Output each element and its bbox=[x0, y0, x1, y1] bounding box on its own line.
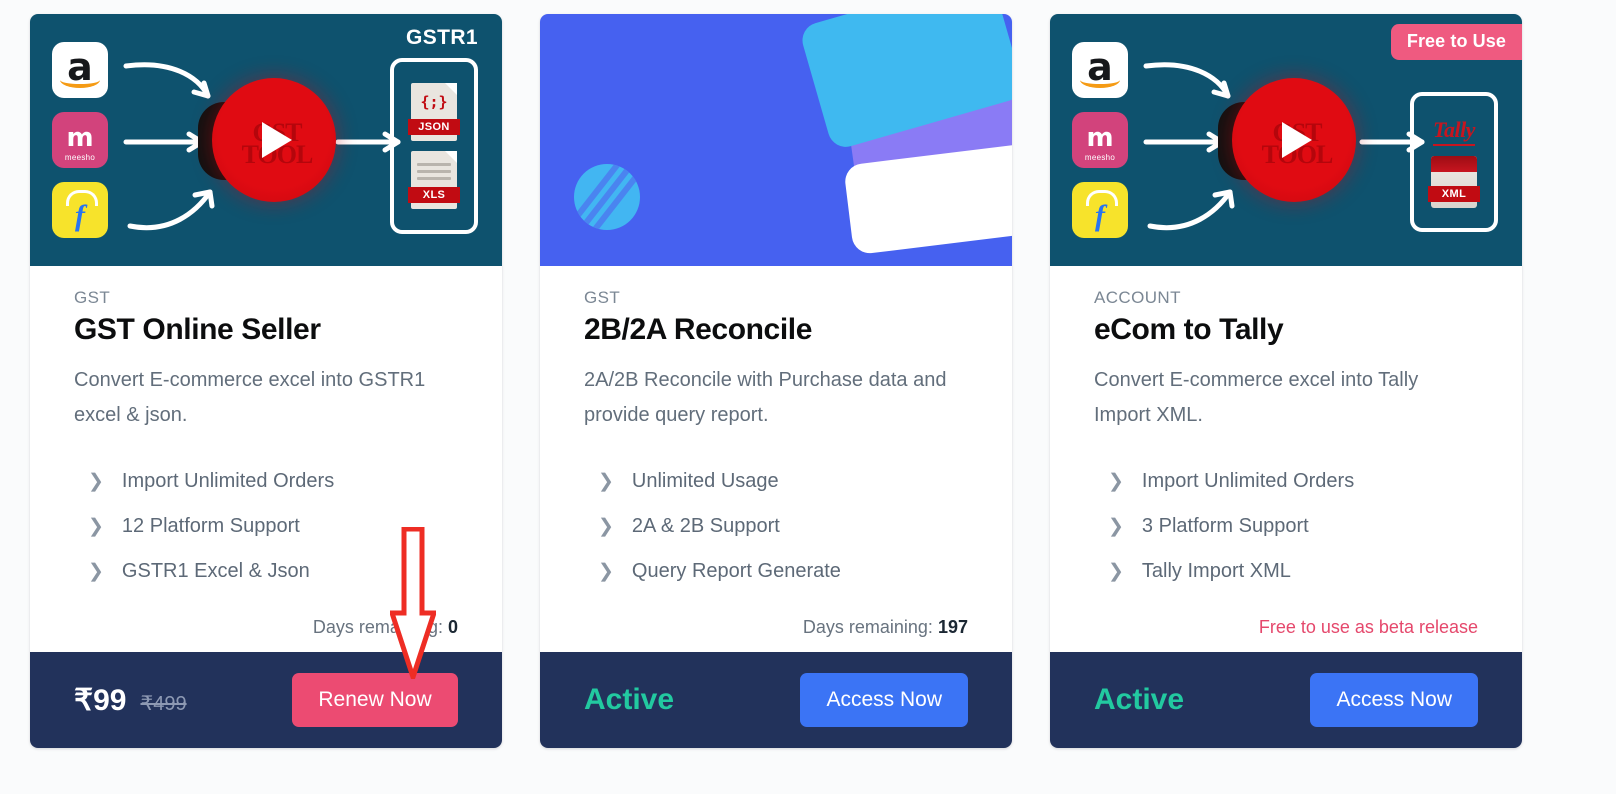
card-footer: Active Access Now bbox=[540, 652, 1012, 748]
card-description: Convert E-commerce excel into Tally Impo… bbox=[1094, 369, 1419, 426]
feature-label: Query Report Generate bbox=[631, 560, 841, 582]
card-footer: ₹99 ₹499 Renew Now bbox=[30, 652, 502, 748]
chevron-right-icon: ❯ bbox=[88, 516, 104, 537]
flipkart-icon: f bbox=[1072, 182, 1128, 238]
access-now-button[interactable]: Access Now bbox=[1310, 673, 1478, 727]
tally-brand-label: Tally bbox=[1433, 117, 1475, 146]
feature-label: 3 Platform Support bbox=[1141, 515, 1309, 537]
days-remaining-label: Days remaining: bbox=[312, 617, 443, 637]
feature-label: Tally Import XML bbox=[1141, 560, 1291, 582]
platform-logo-group: a m meesho f bbox=[52, 42, 108, 238]
card-title: GST Online Seller bbox=[74, 313, 321, 346]
xls-file-icon: XLS bbox=[408, 151, 460, 209]
card-category: GST bbox=[74, 288, 111, 307]
chevron-right-icon: ❯ bbox=[1108, 516, 1124, 537]
feature-label: Import Unlimited Orders bbox=[1141, 470, 1355, 492]
card-body: GST 2B/2A Reconcile 2A/2B Reconcile with… bbox=[540, 266, 1012, 652]
product-card-gst-online-seller[interactable]: a m meesho f GST TOOL GSTR1 {;} JSON XLS… bbox=[30, 14, 502, 748]
xls-file-label: XLS bbox=[408, 187, 460, 203]
days-remaining: Days remaining: 197 bbox=[584, 617, 968, 652]
days-remaining: Days remaining: 0 bbox=[74, 617, 458, 652]
product-card-deck: a m meesho f GST TOOL GSTR1 {;} JSON XLS… bbox=[0, 0, 1616, 794]
feature-list: ❯ Unlimited Usage ❯ 2A & 2B Support ❯ Qu… bbox=[584, 459, 968, 594]
xml-file-icon: XML bbox=[1428, 155, 1480, 208]
chevron-right-icon: ❯ bbox=[1108, 471, 1124, 492]
list-item: ❯ 3 Platform Support bbox=[1108, 504, 1478, 549]
chevron-right-icon: ❯ bbox=[88, 471, 104, 492]
days-remaining-value: 197 bbox=[937, 617, 968, 637]
list-item: ❯ 12 Platform Support bbox=[88, 504, 458, 549]
card-title: 2B/2A Reconcile bbox=[584, 313, 812, 346]
price-block: ₹99 ₹499 bbox=[74, 683, 187, 718]
meesho-icon: m meesho bbox=[1072, 112, 1128, 168]
output-files-box: {;} JSON XLS bbox=[390, 58, 478, 234]
card-category: GST bbox=[584, 288, 621, 307]
card-body: GST GST Online Seller Convert E-commerce… bbox=[30, 266, 502, 652]
list-item: ❯ Import Unlimited Orders bbox=[88, 459, 458, 504]
access-now-button[interactable]: Access Now bbox=[800, 673, 968, 727]
status-badge: Active bbox=[1094, 683, 1185, 716]
chevron-right-icon: ❯ bbox=[598, 471, 614, 492]
amazon-icon: a bbox=[52, 42, 108, 98]
json-file-label: JSON bbox=[408, 119, 460, 135]
price-current: ₹99 bbox=[74, 683, 127, 717]
list-item: ❯ Unlimited Usage bbox=[598, 459, 968, 504]
renew-now-button[interactable]: Renew Now bbox=[292, 673, 458, 727]
play-icon[interactable] bbox=[262, 122, 292, 158]
amazon-icon: a bbox=[1072, 42, 1128, 98]
feature-list: ❯ Import Unlimited Orders ❯ 3 Platform S… bbox=[1094, 459, 1478, 594]
feature-label: GSTR1 Excel & Json bbox=[121, 560, 310, 582]
flipkart-icon: f bbox=[52, 182, 108, 238]
product-card-2b-2a-reconcile[interactable]: GST 2B/2A Reconcile 2A/2B Reconcile with… bbox=[540, 14, 1012, 748]
xml-file-label: XML bbox=[1428, 185, 1480, 202]
days-remaining-value: 0 bbox=[447, 617, 458, 637]
platform-logo-group: a m meesho f bbox=[1072, 42, 1128, 238]
card-hero-image bbox=[540, 14, 1012, 266]
card-hero-image: a m meesho f GST TOOL GSTR1 {;} JSON XLS bbox=[30, 14, 502, 266]
feature-label: Unlimited Usage bbox=[631, 470, 779, 492]
card-description: Convert E-commerce excel into GSTR1 exce… bbox=[74, 369, 426, 426]
list-item: ❯ GSTR1 Excel & Json bbox=[88, 549, 458, 594]
feature-label: Import Unlimited Orders bbox=[121, 470, 335, 492]
card-body: ACCOUNT eCom to Tally Convert E-commerce… bbox=[1050, 266, 1522, 652]
list-item: ❯ Tally Import XML bbox=[1108, 549, 1478, 594]
days-remaining-label: Days remaining: bbox=[802, 617, 933, 637]
card-footer: Active Access Now bbox=[1050, 652, 1522, 748]
json-file-icon: {;} JSON bbox=[408, 83, 460, 141]
card-description: 2A/2B Reconcile with Purchase data and p… bbox=[584, 369, 947, 426]
chevron-right-icon: ❯ bbox=[598, 561, 614, 582]
list-item: ❯ Query Report Generate bbox=[598, 549, 968, 594]
feature-label: 12 Platform Support bbox=[121, 515, 300, 537]
output-files-box: Tally XML bbox=[1410, 92, 1498, 232]
list-item: ❯ 2A & 2B Support bbox=[598, 504, 968, 549]
card-title: eCom to Tally bbox=[1094, 313, 1284, 346]
beta-release-note: Free to use as beta release bbox=[1258, 617, 1478, 637]
list-item: ❯ Import Unlimited Orders bbox=[1108, 459, 1478, 504]
status-badge: Active bbox=[584, 683, 675, 716]
feature-list: ❯ Import Unlimited Orders ❯ 12 Platform … bbox=[74, 459, 458, 594]
price-original: ₹499 bbox=[140, 692, 187, 715]
card-hero-image: Free to Use a m meesho f GST TOOL Tally … bbox=[1050, 14, 1522, 266]
product-card-ecom-to-tally[interactable]: Free to Use a m meesho f GST TOOL Tally … bbox=[1050, 14, 1522, 748]
decor-circle-icon bbox=[574, 164, 640, 230]
chevron-right-icon: ❯ bbox=[598, 516, 614, 537]
output-format-label: GSTR1 bbox=[405, 26, 478, 49]
play-icon[interactable] bbox=[1282, 122, 1312, 158]
card-category: ACCOUNT bbox=[1094, 288, 1181, 307]
feature-label: 2A & 2B Support bbox=[631, 515, 780, 537]
meesho-icon: m meesho bbox=[52, 112, 108, 168]
free-to-use-badge: Free to Use bbox=[1390, 24, 1522, 60]
chevron-right-icon: ❯ bbox=[88, 561, 104, 582]
chevron-right-icon: ❯ bbox=[1108, 561, 1124, 582]
